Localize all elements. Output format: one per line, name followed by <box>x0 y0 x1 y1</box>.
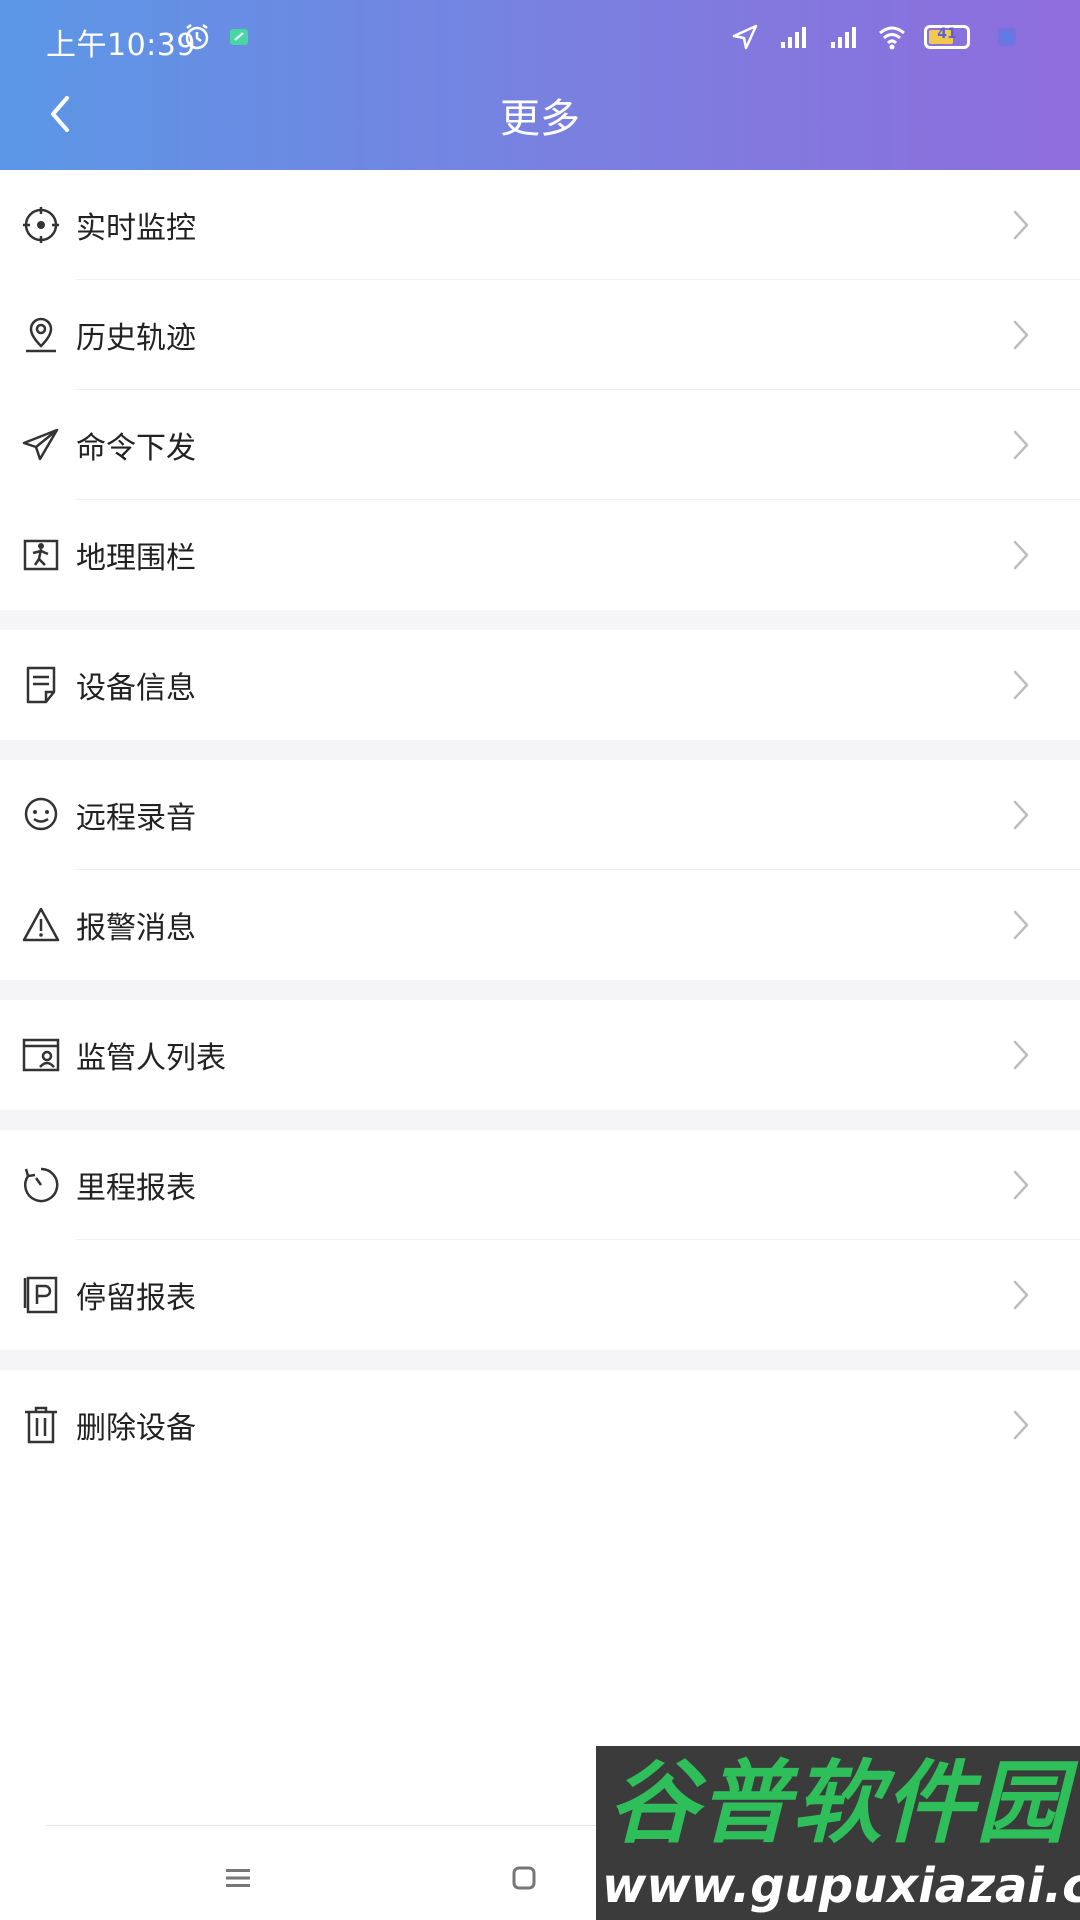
chevron-right-icon <box>1013 210 1029 240</box>
signal-1-icon <box>781 27 806 48</box>
timer-icon <box>20 1164 62 1206</box>
app-notification-icon <box>230 29 248 45</box>
menu-nav-button[interactable] <box>208 1858 268 1898</box>
battery-indicator: 41 <box>924 25 970 49</box>
menu-item-label: 删除设备 <box>76 1411 196 1446</box>
header-bar: 上午10:39 41 更多 <box>0 0 1080 170</box>
menu-item-label: 里程报表 <box>76 1171 196 1206</box>
geofence-icon <box>20 534 62 576</box>
page-title: 更多 <box>500 96 580 142</box>
face-icon <box>20 794 62 836</box>
battery-level: 41 <box>937 26 957 42</box>
send-icon <box>20 424 62 466</box>
group-separator <box>0 610 1080 630</box>
menu-item[interactable]: 报警消息 <box>0 870 1080 980</box>
menu-item[interactable]: 实时监控 <box>0 170 1080 280</box>
chevron-right-icon <box>1013 320 1029 350</box>
menu-item-label: 远程录音 <box>76 801 196 836</box>
home-square-icon <box>512 1866 536 1890</box>
signal-2-icon <box>831 27 856 48</box>
contact-card-icon <box>20 1034 62 1076</box>
menu-item[interactable]: 历史轨迹 <box>0 280 1080 390</box>
chevron-right-icon <box>1013 1040 1029 1070</box>
menu-item[interactable]: 里程报表 <box>0 1130 1080 1240</box>
menu-item[interactable]: 远程录音 <box>0 760 1080 870</box>
menu-item-label: 设备信息 <box>76 671 196 706</box>
menu-item-label: 命令下发 <box>76 431 196 466</box>
group-separator <box>0 1350 1080 1370</box>
menu-item[interactable]: 监管人列表 <box>0 1000 1080 1110</box>
watermark-title: 谷普软件园 <box>608 1751 1068 1856</box>
menu-list: 实时监控历史轨迹命令下发地理围栏设备信息远程录音报警消息监管人列表里程报表停留报… <box>0 170 1080 1480</box>
menu-item-label: 报警消息 <box>76 911 196 946</box>
trash-icon <box>20 1404 62 1446</box>
watermark-logo: 谷普软件园 www.gupuxiazai.com <box>596 1746 1080 1920</box>
status-time: 上午10:39 <box>46 28 196 63</box>
chevron-right-icon <box>1013 1170 1029 1200</box>
crosshair-icon <box>20 204 62 246</box>
group-separator <box>0 980 1080 1000</box>
menu-item[interactable]: 地理围栏 <box>0 500 1080 610</box>
chevron-right-icon <box>1013 430 1029 460</box>
chevron-right-icon <box>1013 910 1029 940</box>
alarm-icon <box>185 24 209 50</box>
menu-item[interactable]: 删除设备 <box>0 1370 1080 1480</box>
chevron-right-icon <box>1013 540 1029 570</box>
chevron-right-icon <box>1013 800 1029 830</box>
hamburger-icon <box>226 1869 250 1887</box>
menu-item-label: 监管人列表 <box>76 1041 226 1076</box>
watermark-url: www.gupuxiazai.com <box>602 1858 1080 1914</box>
menu-item[interactable]: 设备信息 <box>0 630 1080 740</box>
warning-icon <box>20 904 62 946</box>
chevron-right-icon <box>1013 1410 1029 1440</box>
menu-item-label: 地理围栏 <box>76 541 196 576</box>
chevron-right-icon <box>1013 670 1029 700</box>
menu-item-label: 历史轨迹 <box>76 321 196 356</box>
chevron-right-icon <box>1013 1280 1029 1310</box>
status-right-icons: 41 <box>730 22 970 52</box>
status-left-icons <box>182 22 254 52</box>
menu-item[interactable]: 停留报表 <box>0 1240 1080 1350</box>
status-bar: 上午10:39 41 <box>0 0 1080 80</box>
location-pin-icon <box>20 314 62 356</box>
menu-item[interactable]: 命令下发 <box>0 390 1080 500</box>
group-separator <box>0 1110 1080 1130</box>
location-arrow-icon <box>732 24 758 50</box>
home-nav-button[interactable] <box>494 1858 554 1898</box>
menu-item-label: 实时监控 <box>76 211 196 246</box>
group-separator <box>0 740 1080 760</box>
menu-item-label: 停留报表 <box>76 1281 196 1316</box>
wifi-icon <box>879 26 905 50</box>
document-icon <box>20 664 62 706</box>
charging-icon <box>998 28 1016 46</box>
parking-icon <box>20 1274 62 1316</box>
